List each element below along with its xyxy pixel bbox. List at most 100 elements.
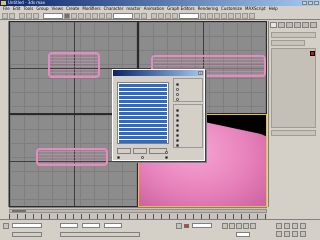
snap-toggle-icon[interactable] <box>151 12 157 19</box>
z-coordinate-field[interactable] <box>104 223 122 228</box>
next-frame-icon[interactable] <box>243 223 249 229</box>
list-item[interactable] <box>119 96 167 99</box>
list-item[interactable] <box>119 128 167 131</box>
object-name-field[interactable] <box>271 32 316 38</box>
list-item[interactable] <box>119 136 167 139</box>
list-type-option[interactable] <box>176 113 202 117</box>
list-item[interactable] <box>119 132 167 135</box>
key-filter-dropdown[interactable] <box>192 223 212 228</box>
x-coordinate-field[interactable] <box>60 223 78 228</box>
zoom-icon[interactable] <box>276 223 282 229</box>
auto-key-button[interactable] <box>176 223 182 229</box>
list-item[interactable] <box>119 140 167 143</box>
list-type-option[interactable] <box>176 138 202 142</box>
y-coordinate-field[interactable] <box>82 223 100 228</box>
object-color-swatch[interactable] <box>310 51 315 56</box>
list-item[interactable] <box>119 120 167 123</box>
time-slider-track[interactable] <box>9 209 267 213</box>
object-listbox[interactable] <box>117 82 169 144</box>
set-key-icon[interactable] <box>184 224 189 228</box>
cushion-wireframe[interactable] <box>36 148 108 166</box>
named-selection-sets-dropdown[interactable] <box>179 12 199 19</box>
list-item[interactable] <box>119 112 167 115</box>
render-scene-icon[interactable] <box>242 12 248 19</box>
maximize-viewport-icon[interactable] <box>300 231 306 237</box>
list-item[interactable] <box>119 92 167 95</box>
list-item[interactable] <box>119 100 167 103</box>
list-type-option[interactable] <box>176 108 202 112</box>
list-item[interactable] <box>119 104 167 107</box>
select-subtree-checkbox[interactable] <box>165 150 187 154</box>
reference-coordinate-dropdown[interactable] <box>113 12 133 19</box>
pan-icon[interactable] <box>284 231 290 237</box>
utilities-tab-icon[interactable] <box>310 22 317 28</box>
align-icon[interactable] <box>207 12 213 19</box>
window-crossing-icon[interactable] <box>85 12 91 19</box>
maxscript-input[interactable] <box>12 223 42 228</box>
hierarchy-tab-icon[interactable] <box>286 22 293 28</box>
selection-filter-dropdown[interactable] <box>43 12 63 19</box>
display-tab-icon[interactable] <box>302 22 309 28</box>
bind-space-warp-icon[interactable] <box>33 12 39 19</box>
angle-snap-icon[interactable] <box>158 12 164 19</box>
select-dependents-checkbox[interactable] <box>165 155 187 159</box>
list-item[interactable] <box>119 124 167 127</box>
zoom-extents-icon[interactable] <box>292 223 298 229</box>
dialog-close-button[interactable]: × <box>198 71 203 75</box>
create-tab-icon[interactable] <box>270 22 277 28</box>
go-to-start-icon[interactable] <box>222 223 228 229</box>
time-slider-thumb[interactable] <box>12 210 26 212</box>
select-scale-icon[interactable] <box>106 12 112 19</box>
motion-tab-icon[interactable] <box>294 22 301 28</box>
pivot-center-icon[interactable] <box>134 12 140 19</box>
minimize-button[interactable] <box>302 1 307 5</box>
maximize-button[interactable] <box>308 1 313 5</box>
cushion-wireframe[interactable] <box>48 52 100 78</box>
spinner-snap-icon[interactable] <box>172 12 178 19</box>
field-of-view-icon[interactable] <box>276 231 282 237</box>
select-manipulate-icon[interactable] <box>141 12 147 19</box>
list-item[interactable] <box>119 88 167 91</box>
percent-snap-icon[interactable] <box>165 12 171 19</box>
maxscript-listener-icon[interactable] <box>3 223 9 229</box>
quick-render-icon[interactable] <box>249 12 255 19</box>
stack-controls[interactable] <box>271 130 316 136</box>
dialog-title-bar[interactable]: × <box>113 70 204 76</box>
modifier-list-dropdown[interactable] <box>271 40 305 46</box>
none-button[interactable] <box>133 148 147 154</box>
list-type-option[interactable] <box>176 128 202 132</box>
select-object-icon[interactable] <box>64 12 70 19</box>
list-type-option[interactable] <box>176 133 202 137</box>
previous-frame-icon[interactable] <box>229 223 235 229</box>
link-icon[interactable] <box>19 12 25 19</box>
unlink-icon[interactable] <box>26 12 32 19</box>
list-item[interactable] <box>119 84 167 87</box>
select-rotate-icon[interactable] <box>99 12 105 19</box>
curve-editor-icon[interactable] <box>221 12 227 19</box>
list-type-option[interactable] <box>176 143 202 147</box>
sort-option[interactable] <box>176 87 202 91</box>
zoom-extents-all-icon[interactable] <box>300 223 306 229</box>
current-frame-field[interactable] <box>236 232 250 237</box>
list-item[interactable] <box>119 116 167 119</box>
all-button[interactable] <box>117 148 131 154</box>
sort-option[interactable] <box>176 82 202 86</box>
list-type-option[interactable] <box>176 123 202 127</box>
redo-icon[interactable] <box>9 12 15 19</box>
selection-region-icon[interactable] <box>78 12 84 19</box>
list-type-option[interactable] <box>176 118 202 122</box>
arc-rotate-icon[interactable] <box>292 231 298 237</box>
modify-tab-icon[interactable] <box>278 22 285 28</box>
select-by-name-icon[interactable] <box>71 12 77 19</box>
list-item[interactable] <box>119 108 167 111</box>
undo-icon[interactable] <box>2 12 8 19</box>
sort-option[interactable] <box>176 92 202 96</box>
case-sensitive-checkbox[interactable] <box>141 155 163 159</box>
layer-manager-icon[interactable] <box>214 12 220 19</box>
sort-option[interactable] <box>176 97 202 101</box>
go-to-end-icon[interactable] <box>250 223 256 229</box>
play-icon[interactable] <box>236 223 242 229</box>
mirror-icon[interactable] <box>200 12 206 19</box>
material-editor-icon[interactable] <box>235 12 241 19</box>
display-subtree-checkbox[interactable] <box>117 155 139 159</box>
